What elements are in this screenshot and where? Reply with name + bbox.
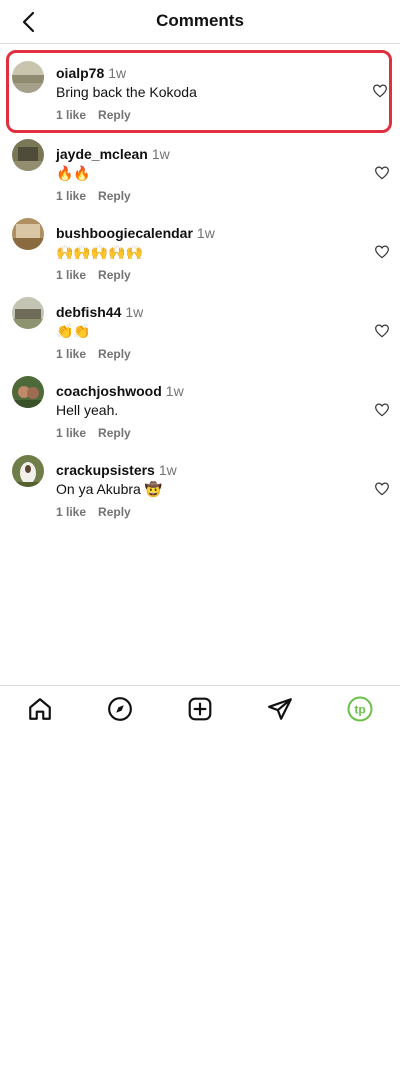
profile-icon: tp bbox=[347, 696, 373, 722]
avatar[interactable] bbox=[12, 61, 44, 93]
like-count[interactable]: 1 like bbox=[56, 426, 86, 440]
avatar[interactable] bbox=[12, 455, 44, 487]
comment-username[interactable]: debfish44 bbox=[56, 304, 121, 320]
header: Comments bbox=[0, 0, 400, 44]
comment-username[interactable]: jayde_mclean bbox=[56, 146, 148, 162]
nav-send[interactable] bbox=[267, 696, 293, 722]
reply-button[interactable]: Reply bbox=[98, 347, 131, 361]
comment-time: 1w bbox=[151, 146, 170, 162]
comment-time: 1w bbox=[165, 383, 184, 399]
heart-icon[interactable] bbox=[374, 481, 390, 497]
comment-time: 1w bbox=[108, 65, 127, 81]
nav-profile[interactable]: tp bbox=[347, 696, 373, 722]
comment-username[interactable]: crackupsisters bbox=[56, 462, 155, 478]
heart-icon[interactable] bbox=[374, 323, 390, 339]
send-icon bbox=[268, 698, 292, 720]
reply-button[interactable]: Reply bbox=[98, 108, 131, 122]
comment-text: 🙌🙌🙌🙌🙌 bbox=[56, 244, 144, 260]
heart-icon[interactable] bbox=[374, 402, 390, 418]
heart-icon[interactable] bbox=[374, 165, 390, 181]
nav-explore[interactable] bbox=[107, 696, 133, 722]
comment-username[interactable]: coachjoshwood bbox=[56, 383, 162, 399]
comment-text: Bring back the Kokoda bbox=[56, 84, 197, 100]
create-icon bbox=[188, 697, 212, 721]
avatar[interactable] bbox=[12, 218, 44, 250]
comment-text: 🔥🔥 bbox=[56, 165, 91, 181]
comment-item: coachjoshwood 1w Hell yeah. 1 like Reply bbox=[0, 370, 400, 449]
like-count[interactable]: 1 like bbox=[56, 108, 86, 122]
avatar[interactable] bbox=[12, 376, 44, 408]
avatar[interactable] bbox=[12, 139, 44, 171]
comment-text: Hell yeah. bbox=[56, 402, 119, 418]
reply-button[interactable]: Reply bbox=[98, 505, 131, 519]
heart-icon[interactable] bbox=[374, 244, 390, 260]
reply-button[interactable]: Reply bbox=[98, 268, 131, 282]
like-count[interactable]: 1 like bbox=[56, 268, 86, 282]
profile-initials: tp bbox=[354, 703, 365, 717]
reply-button[interactable]: Reply bbox=[98, 189, 131, 203]
comment-item: crackupsisters 1w On ya Akubra 🤠 1 like Re… bbox=[0, 449, 400, 528]
comment-list: oialp78 1w Bring back the Kokoda 1 like Re… bbox=[0, 50, 400, 528]
reply-button[interactable]: Reply bbox=[98, 426, 131, 440]
like-count[interactable]: 1 like bbox=[56, 189, 86, 203]
page-title: Comments bbox=[156, 11, 244, 30]
bottom-nav: tp bbox=[0, 685, 400, 732]
comment-time: 1w bbox=[125, 304, 144, 320]
heart-icon[interactable] bbox=[372, 83, 388, 99]
comment-text: On ya Akubra 🤠 bbox=[56, 481, 163, 497]
comment-text: 👏👏 bbox=[56, 323, 91, 339]
comment-item: oialp78 1w Bring back the Kokoda 1 like Re… bbox=[6, 50, 392, 133]
comment-username[interactable]: oialp78 bbox=[56, 65, 104, 81]
comment-item: jayde_mclean 1w 🔥🔥 1 like Reply bbox=[0, 133, 400, 212]
like-count[interactable]: 1 like bbox=[56, 505, 86, 519]
home-icon bbox=[29, 698, 51, 720]
comment-time: 1w bbox=[158, 462, 177, 478]
nav-home[interactable] bbox=[27, 696, 53, 722]
avatar[interactable] bbox=[12, 297, 44, 329]
comment-item: bushboogiecalendar 1w 🙌🙌🙌🙌🙌 1 like Reply bbox=[0, 212, 400, 291]
comment-username[interactable]: bushboogiecalendar bbox=[56, 225, 193, 241]
like-count[interactable]: 1 like bbox=[56, 347, 86, 361]
nav-create[interactable] bbox=[187, 696, 213, 722]
comment-item: debfish44 1w 👏👏 1 like Reply bbox=[0, 291, 400, 370]
explore-icon bbox=[108, 697, 132, 721]
comment-time: 1w bbox=[196, 225, 215, 241]
